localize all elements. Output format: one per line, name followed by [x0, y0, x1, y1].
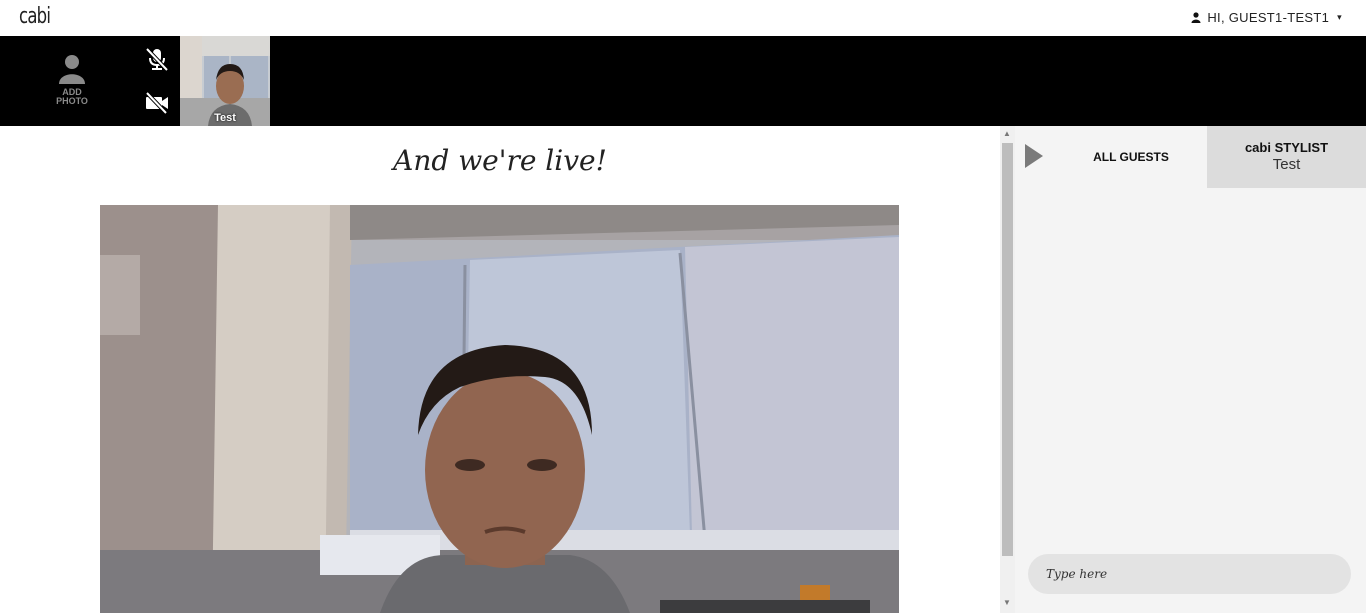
video-off-icon [145, 91, 168, 115]
stylist-tab-title: cabi STYLIST [1244, 140, 1329, 155]
participant-name: Test [214, 112, 236, 124]
user-menu[interactable]: HI, GUEST1-TEST1 ▾ [1191, 10, 1342, 25]
add-photo-button[interactable]: ADD PHOTO [44, 54, 100, 106]
stylist-tab-name: Test [1272, 156, 1301, 173]
user-greeting: HI, GUEST1-TEST1 [1207, 10, 1330, 25]
main-video[interactable] [100, 205, 899, 613]
top-bar: cabi HI, GUEST1-TEST1 ▾ [0, 0, 1366, 36]
chat-panel: ALL GUESTS cabi STYLIST Test [1015, 126, 1366, 613]
participant-thumbnail[interactable]: Test [180, 36, 270, 126]
live-headline: And we're live! [393, 144, 607, 177]
chat-message-input[interactable] [1028, 554, 1351, 594]
mic-off-icon [145, 47, 169, 72]
mute-microphone-button[interactable] [144, 46, 170, 77]
tab-cabi-stylist[interactable]: cabi STYLIST Test [1207, 126, 1366, 188]
play-triangle-icon[interactable] [1025, 144, 1043, 168]
scroll-down-icon[interactable]: ▼ [1003, 598, 1011, 607]
main-scrollbar[interactable]: ▲ ▼ [1000, 126, 1015, 613]
person-placeholder-icon [59, 55, 85, 84]
participant-strip: ADD PHOTO Test [0, 36, 1366, 126]
user-icon [1191, 12, 1201, 23]
scrollbar-thumb[interactable] [1002, 143, 1013, 556]
toggle-camera-button[interactable] [144, 91, 170, 119]
scroll-up-icon[interactable]: ▲ [1003, 129, 1011, 138]
chevron-down-icon: ▾ [1337, 12, 1342, 22]
main-stage: And we're live! [0, 126, 1000, 613]
cabi-logo[interactable]: cabi [19, 4, 51, 29]
main-video-image [100, 205, 899, 613]
add-photo-label-2: PHOTO [56, 96, 88, 106]
tab-all-guests[interactable]: ALL GUESTS [1055, 126, 1207, 188]
